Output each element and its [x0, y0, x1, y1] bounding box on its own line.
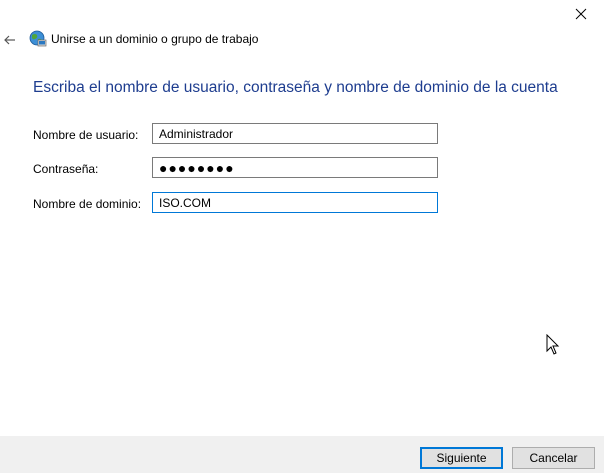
username-field[interactable]	[152, 123, 438, 144]
domain-field[interactable]	[152, 192, 438, 213]
close-button[interactable]	[558, 0, 604, 28]
network-globe-icon	[29, 30, 47, 47]
domain-label: Nombre de dominio:	[33, 197, 142, 211]
mouse-cursor-icon	[546, 334, 560, 355]
username-label: Nombre de usuario:	[33, 128, 139, 142]
cancel-button[interactable]: Cancelar	[512, 447, 595, 469]
window-title: Unirse a un dominio o grupo de trabajo	[51, 32, 259, 46]
wizard-header: Unirse a un dominio o grupo de trabajo	[0, 28, 604, 52]
footer-bar: Siguiente Cancelar	[0, 436, 604, 473]
back-arrow-icon	[4, 35, 15, 45]
password-label: Contraseña:	[33, 162, 99, 176]
password-field[interactable]	[152, 157, 438, 178]
username-row: Nombre de usuario:	[0, 123, 604, 146]
close-icon	[575, 8, 587, 20]
next-button[interactable]: Siguiente	[420, 447, 503, 469]
password-row: Contraseña:	[0, 157, 604, 180]
domain-row: Nombre de dominio:	[0, 192, 604, 215]
instruction-heading: Escriba el nombre de usuario, contraseña…	[33, 79, 558, 96]
back-button[interactable]	[0, 28, 20, 52]
